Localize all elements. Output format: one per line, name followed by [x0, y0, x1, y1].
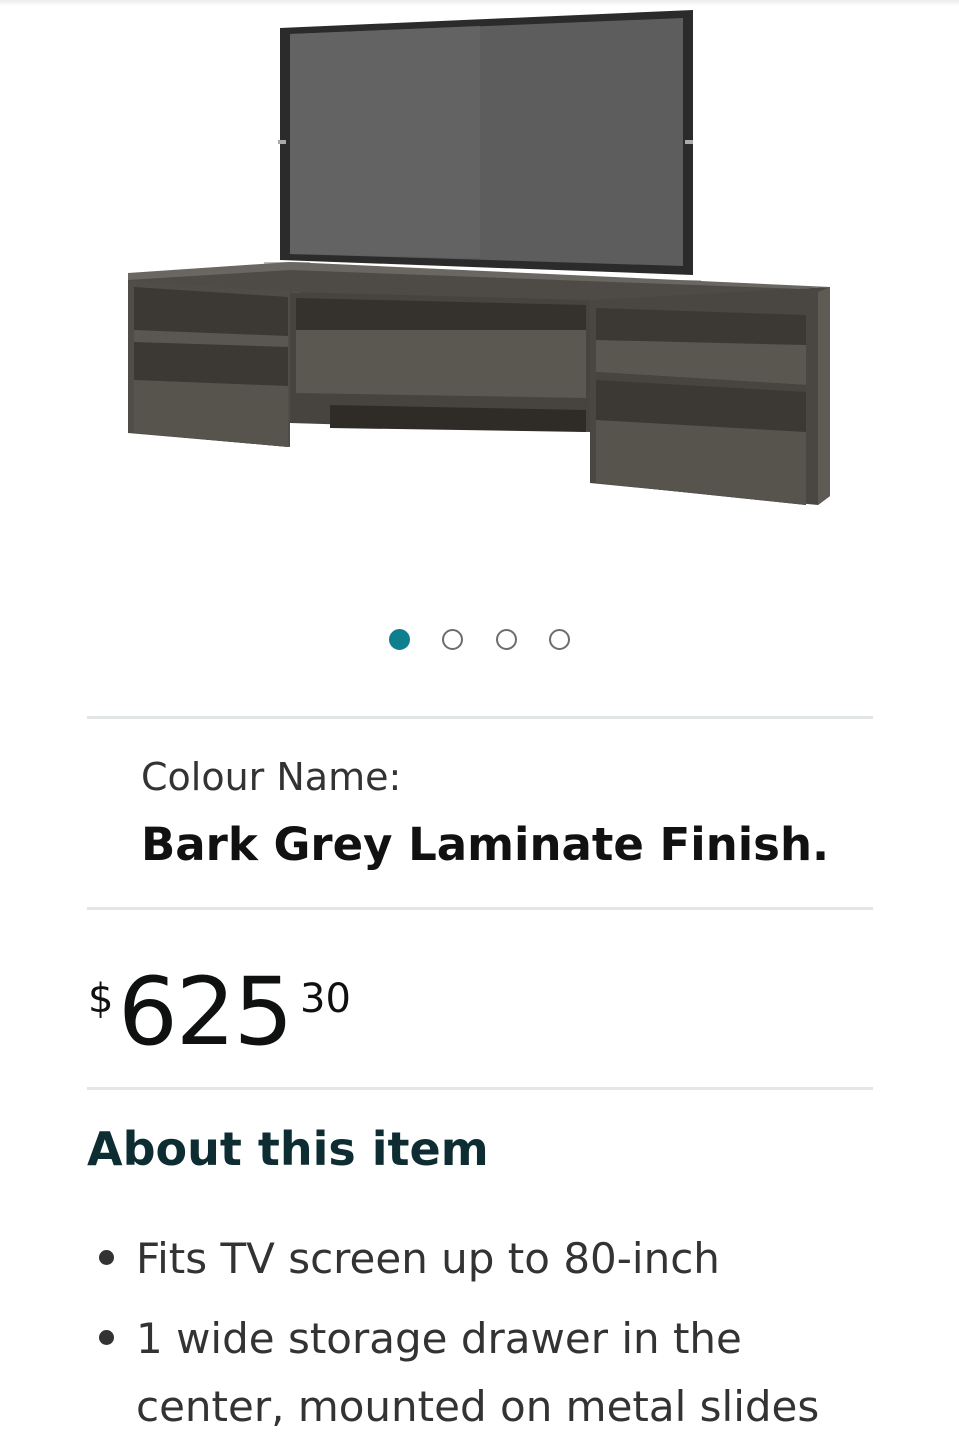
product-detail-page: Colour Name: Bark Grey Laminate Finish. …	[0, 0, 959, 1440]
carousel-dot-2[interactable]	[442, 629, 463, 650]
product-image[interactable]	[0, 0, 959, 560]
tv-illustration	[264, 10, 701, 292]
divider	[87, 907, 873, 910]
bullet-icon	[99, 1330, 114, 1345]
divider	[87, 716, 873, 719]
divider	[87, 1087, 873, 1090]
carousel-dot-3[interactable]	[496, 629, 517, 650]
feature-bullet-text: 1 wide storage drawer in the center, mou…	[136, 1314, 820, 1431]
carousel-dot-4[interactable]	[549, 629, 570, 650]
feature-bullet: Fits TV screen up to 80-inch	[0, 1225, 876, 1293]
price-whole: 625	[118, 958, 293, 1067]
price-currency-symbol: $	[88, 976, 114, 1022]
about-this-item-heading: About this item	[87, 1122, 489, 1176]
colour-name-label: Colour Name:	[141, 755, 402, 799]
carousel-dot-1[interactable]	[389, 629, 410, 650]
feature-bullet-list: Fits TV screen up to 80-inch 1 wide stor…	[0, 1225, 959, 1440]
bullet-icon	[99, 1250, 114, 1265]
feature-bullet-text: Fits TV screen up to 80-inch	[136, 1234, 720, 1283]
colour-name-value: Bark Grey Laminate Finish.	[141, 818, 830, 871]
image-carousel-indicator	[0, 627, 959, 655]
feature-bullet: 1 wide storage drawer in the center, mou…	[0, 1305, 876, 1440]
price-fraction: 30	[300, 976, 351, 1022]
tv-stand-illustration	[128, 262, 830, 505]
